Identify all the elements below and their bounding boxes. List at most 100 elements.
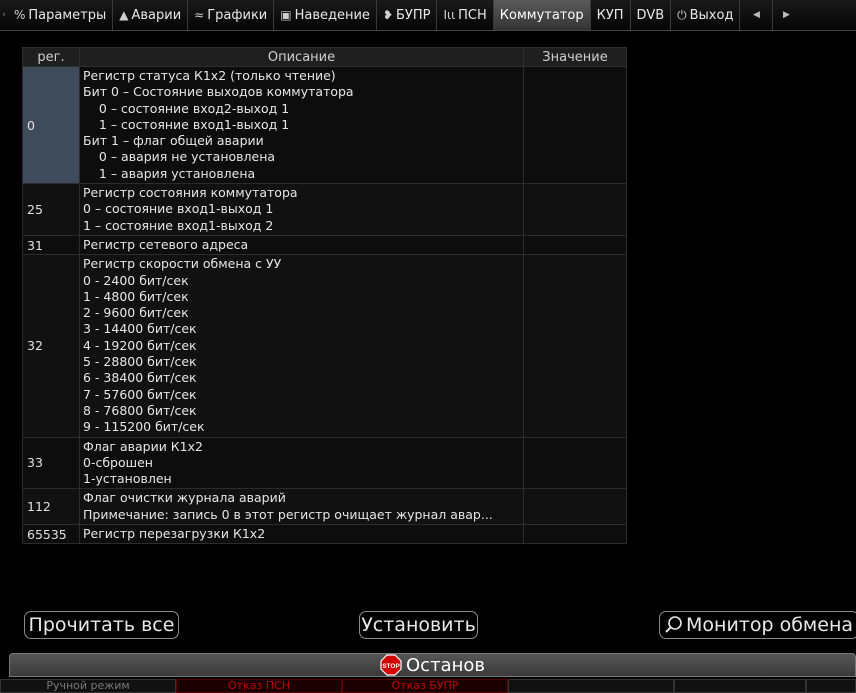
tab-label: КУП [596, 7, 624, 23]
description-line: 9 - 115200 бит/сек [83, 419, 205, 435]
register-description-cell[interactable]: Флаг аварии К1х2 0-сброшен 1-установлен [79, 436, 524, 490]
description-line: 0-сброшен [83, 454, 153, 470]
status-indicator: Отказ БУПР [342, 679, 508, 693]
register-value-cell[interactable] [523, 183, 627, 236]
description-line: 6 - 38400 бит/сек [83, 370, 197, 386]
search-icon [665, 616, 682, 633]
table-row[interactable]: 32 Регистр скорости обмена с УУ 0 - 2400 б… [22, 254, 627, 438]
description-line: 7 - 57600 бит/сек [83, 386, 197, 402]
register-table-container: рег. Описание Значение 0 Регистр статуса … [22, 47, 627, 545]
status-indicator [508, 679, 674, 693]
description-line: Бит 0 – Состояние выходов коммутатора [83, 84, 354, 100]
chevron-left-icon: ◀ [752, 10, 760, 20]
description-line: Регистр сетевого адреса [83, 236, 249, 252]
register-value-cell[interactable] [523, 524, 627, 545]
table-row[interactable]: 0 Регистр статуса К1х2 (только чтение) Бит… [22, 65, 627, 185]
tab-bupr[interactable]: ❥ БУПР [377, 0, 438, 30]
read-all-button[interactable]: Прочитать все [24, 611, 179, 639]
register-value-cell[interactable] [523, 234, 627, 256]
register-number-cell[interactable]: 32 [22, 254, 80, 438]
description-line: Регистр состояния коммутатора [83, 185, 298, 201]
status-indicator: Отказ ПСН [176, 679, 342, 693]
register-value-cell[interactable] [523, 488, 627, 526]
description-line: 1 - 4800 бит/сек [83, 288, 189, 304]
tab-psn[interactable]: Ιιι ПСН [437, 0, 494, 30]
description-line: Регистр статуса К1х2 (только чтение) [83, 68, 336, 83]
description-line: 1 – состояние вход1-выход 2 [83, 217, 274, 233]
tab-label: ПСН [458, 7, 487, 23]
register-description-cell[interactable]: Регистр скорости обмена с УУ 0 - 2400 бит… [79, 254, 524, 438]
register-number-cell[interactable]: 112 [22, 488, 80, 526]
column-header-description[interactable]: Описание [79, 47, 524, 67]
register-description-cell[interactable]: Флаг очистки журнала аварий Примечание: з… [79, 488, 524, 526]
table-row[interactable]: 31 Регистр сетевого адреса [22, 234, 627, 256]
description-line: 0 – состояние вход2-выход 1 [83, 100, 290, 116]
column-header-value[interactable]: Значение [523, 47, 627, 67]
register-number-cell[interactable]: 33 [22, 436, 80, 490]
register-value-cell[interactable] [523, 436, 627, 490]
percent-icon: % [14, 8, 26, 22]
register-number-cell[interactable]: 25 [22, 183, 80, 236]
description-line: Регистр перезагрузки К1х2 [83, 526, 266, 542]
description-line: 4 - 19200 бит/сек [83, 337, 197, 353]
stop-label: Останов [406, 654, 485, 676]
description-line: 3 - 14400 бит/сек [83, 321, 197, 337]
stop-button[interactable]: STOP Останов [9, 653, 856, 677]
status-indicator [674, 679, 806, 693]
tab-guidance[interactable]: ▣ Наведение [274, 0, 377, 30]
description-line: 2 - 9600 бит/сек [83, 305, 189, 321]
warning-icon: ▲ [119, 8, 129, 22]
tab-scroll-left-edge: › [2, 10, 6, 20]
table-header-row: рег. Описание Значение [22, 47, 627, 67]
description-line: Флаг очистки журнала аварий [83, 490, 286, 506]
tab-label: Графики [207, 7, 268, 23]
register-number-cell[interactable]: 31 [22, 234, 80, 256]
status-indicator [806, 679, 856, 693]
table-row[interactable]: 112 Флаг очистки журнала аварий Примечание… [22, 488, 627, 526]
register-number-cell[interactable]: 0 [22, 65, 80, 185]
monitor-exchange-label: Монитор обмена [686, 614, 854, 636]
register-table-body: 0 Регистр статуса К1х2 (только чтение) Бит… [22, 65, 627, 545]
column-header-reg[interactable]: рег. [22, 47, 80, 67]
description-line: Примечание: запись 0 в этот регистр очищ… [83, 506, 493, 522]
tab-kup[interactable]: КУП [591, 0, 631, 30]
table-row[interactable]: 65535 Регистр перезагрузки К1х2 [22, 524, 627, 545]
antenna-icon: ❥ [382, 8, 393, 22]
tab-scroll-right-button[interactable]: ▶ [773, 0, 799, 30]
description-line: 5 - 28800 бит/сек [83, 354, 197, 370]
register-description-cell[interactable]: Регистр статуса К1х2 (только чтение) Бит … [79, 65, 524, 185]
register-description-cell[interactable]: Регистр состояния коммутатора 0 – состоян… [79, 183, 524, 236]
tab-parameters[interactable]: % Параметры [8, 0, 114, 30]
tab-exit[interactable]: ⏻ Выход [671, 0, 741, 30]
register-value-cell[interactable] [523, 65, 627, 185]
description-line: 0 – состояние вход1-выход 1 [83, 201, 274, 217]
svg-text:STOP: STOP [382, 663, 400, 670]
tab-dvb[interactable]: DVB [631, 0, 672, 30]
set-button[interactable]: Установить [359, 611, 478, 639]
tab-scroll-left-button[interactable]: ◀ [740, 0, 774, 30]
tab-label: Коммутатор [499, 7, 584, 23]
monitor-exchange-button[interactable]: Монитор обмена [659, 611, 856, 639]
register-table: рег. Описание Значение 0 Регистр статуса … [22, 47, 627, 545]
register-number-cell[interactable]: 65535 [22, 524, 80, 545]
status-indicator: Ручной режим [0, 679, 176, 693]
tab-label: Наведение [294, 7, 370, 23]
chevron-right-icon: ▶ [782, 10, 790, 20]
tab-switch[interactable]: Коммутатор [493, 0, 591, 30]
register-description-cell[interactable]: Регистр перезагрузки К1х2 [79, 524, 524, 545]
stop-icon: STOP [380, 654, 402, 676]
status-bar: Ручной режим Отказ ПСН Отказ БУПР [0, 679, 856, 693]
tab-label: DVB [636, 7, 665, 23]
register-description-cell[interactable]: Регистр сетевого адреса [79, 234, 524, 256]
table-row[interactable]: 33 Флаг аварии К1х2 0-сброшен 1-установлен [22, 436, 627, 490]
description-line: Бит 1 – флаг общей аварии [83, 133, 264, 149]
description-line: 1 – авария установлена [83, 165, 256, 181]
target-icon: ▣ [280, 8, 292, 22]
description-line: 1 – состояние вход1-выход 1 [83, 116, 290, 132]
tab-charts[interactable]: ≈ Графики [188, 0, 275, 30]
register-value-cell[interactable] [523, 254, 627, 438]
tab-label: БУПР [396, 7, 431, 23]
table-row[interactable]: 25 Регистр состояния коммутатора 0 – состо… [22, 183, 627, 236]
tab-alarms[interactable]: ▲ Аварии [113, 0, 189, 30]
description-line: 0 - 2400 бит/сек [83, 272, 189, 288]
